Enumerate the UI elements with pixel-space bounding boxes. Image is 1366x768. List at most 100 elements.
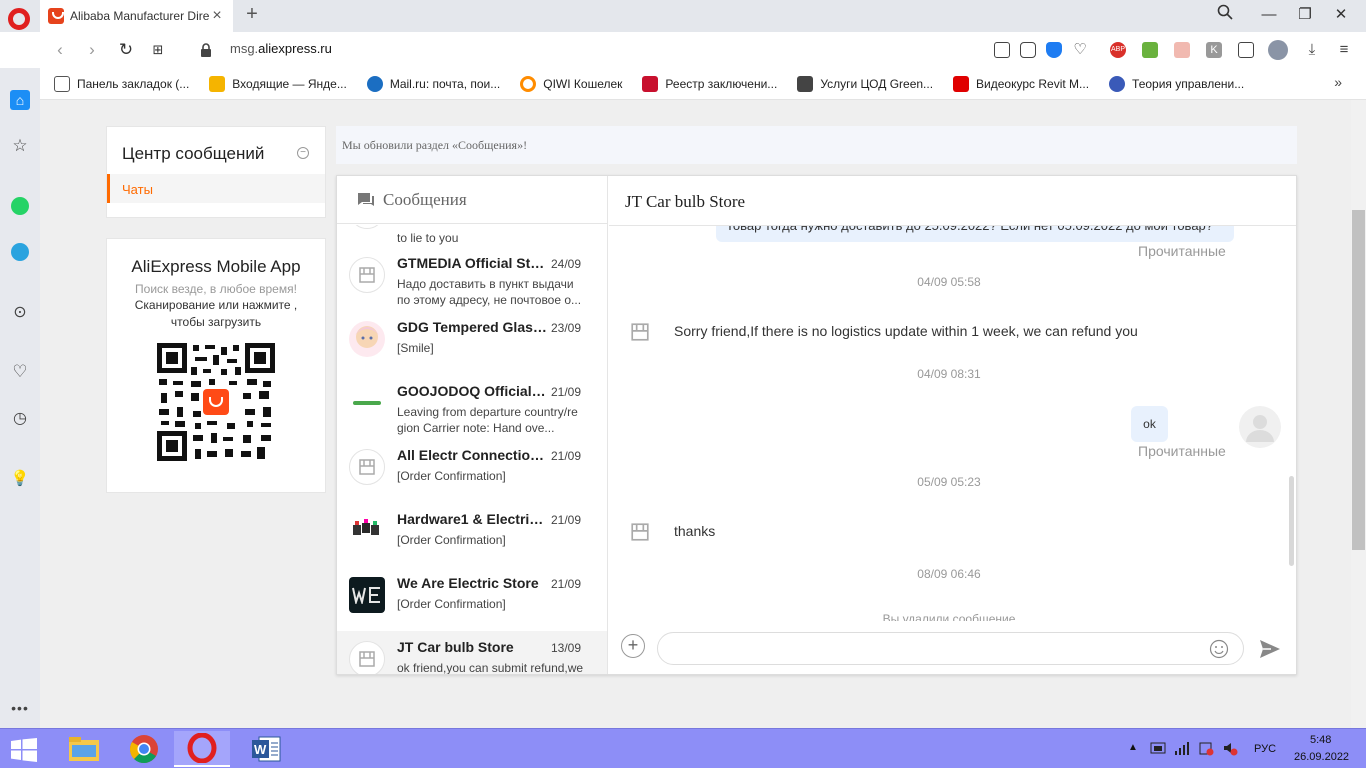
sent-message-bubble: Товар тогда нужно доставить до 25.09.202… — [716, 226, 1234, 242]
conversation-preview: Leaving from departure country/re gion C… — [397, 405, 578, 435]
anime-avatar — [349, 321, 385, 357]
conversation-name: JT Car bulb Store — [397, 639, 514, 655]
wifi-signal-icon[interactable] — [1174, 740, 1190, 759]
collapse-icon[interactable]: − — [297, 147, 309, 159]
conversation-item[interactable]: Hardware1 & Electric... 21/09 [Order Con… — [337, 503, 607, 567]
downloads-icon[interactable]: ⤓ — [1304, 42, 1320, 58]
opera-menu-icon[interactable] — [8, 8, 30, 30]
k-extension-icon[interactable]: K — [1206, 42, 1222, 58]
nav-item-chats[interactable]: Чаты — [122, 182, 153, 197]
tray-expand-icon[interactable]: ▲ — [1128, 742, 1138, 753]
bookmark-item[interactable]: Входящие — Янде... — [209, 75, 347, 92]
conversation-list-header: Сообщения — [337, 176, 607, 224]
new-tab-button[interactable]: + — [240, 3, 264, 29]
attach-plus-button[interactable]: + — [621, 634, 645, 658]
opera-taskbar-icon[interactable] — [174, 731, 230, 767]
reload-icon[interactable]: ↻ — [114, 38, 138, 62]
volume-muted-icon[interactable] — [1222, 740, 1238, 759]
bookmark-item[interactable]: Услуги ЦОД Green... — [797, 75, 933, 92]
conversation-name: We Are Electric Store — [397, 575, 539, 591]
extension-icon[interactable] — [1174, 42, 1190, 58]
chat-messages[interactable]: Товар тогда нужно доставить до 25.09.202… — [609, 226, 1296, 621]
camera-icon[interactable] — [1020, 42, 1036, 58]
star-icon[interactable]: ☆ — [10, 136, 30, 156]
store-icon — [359, 651, 375, 667]
whatsapp-icon[interactable] — [10, 196, 30, 216]
conversation-date: 13/09 — [550, 641, 581, 655]
language-indicator[interactable]: РУС — [1254, 743, 1276, 755]
bookmark-item[interactable]: Реестр заключени... — [642, 75, 777, 92]
file-explorer-icon[interactable] — [56, 731, 112, 767]
close-tab-icon[interactable]: × — [209, 7, 225, 25]
bookmark-item[interactable]: Видеокурс Revit M... — [953, 75, 1089, 92]
sent-message-bubble: ok — [1131, 406, 1168, 442]
message-input[interactable] — [657, 632, 1244, 665]
conversation-item-active[interactable]: JT Car bulb Store 13/09 ok friend,you ca… — [337, 631, 607, 674]
player-icon[interactable]: ⊙ — [10, 302, 30, 322]
store-icon — [629, 521, 651, 543]
chrome-icon[interactable] — [116, 731, 172, 767]
clock-time[interactable]: 5:48 — [1310, 734, 1331, 746]
network-folder-icon[interactable] — [1150, 740, 1166, 759]
windows-start-icon[interactable] — [10, 738, 38, 762]
conversation-items[interactable]: to lie to you GTMEDIA Official Store 24/… — [337, 225, 607, 674]
heart-icon[interactable]: ♡ — [10, 362, 30, 382]
conversation-preview: [Order Confirmation] — [397, 469, 506, 483]
read-status: Прочитанные — [1138, 243, 1226, 259]
mail-icon — [209, 75, 226, 92]
conversation-name: GDG Tempered Glass ... — [397, 319, 547, 335]
search-tabs-icon[interactable] — [1208, 4, 1242, 26]
share-icon[interactable] — [994, 42, 1010, 58]
bookmarks-more-icon[interactable]: » — [1334, 74, 1342, 90]
minimize-button[interactable]: — — [1252, 4, 1286, 26]
battery-icon[interactable] — [1198, 740, 1214, 759]
lock-icon[interactable] — [200, 43, 212, 57]
speed-dial-icon[interactable]: ⊞ — [146, 38, 170, 62]
store-logo-avatar — [349, 385, 385, 421]
page-scrollbar-thumb[interactable] — [1352, 210, 1365, 550]
more-icon[interactable]: ••• — [10, 698, 30, 718]
conversation-name: GOOJODOQ Official S... — [397, 383, 547, 399]
bookmark-item[interactable]: Панель закладок (... — [54, 75, 189, 92]
restore-button[interactable]: ❐ — [1288, 4, 1322, 26]
conversation-item[interactable]: to lie to you — [337, 225, 607, 247]
close-window-button[interactable]: ✕ — [1324, 4, 1358, 26]
back-icon[interactable]: ‹ — [48, 38, 72, 62]
browser-tab[interactable]: Alibaba Manufacturer Direc × — [40, 0, 233, 32]
heart-icon[interactable]: ♡ — [1072, 42, 1088, 58]
conversation-item[interactable]: GOOJODOQ Official S... 21/09 Leaving fro… — [337, 375, 607, 439]
telegram-icon[interactable] — [10, 242, 30, 262]
shield-icon[interactable] — [1046, 42, 1062, 58]
profile-icon[interactable] — [1268, 40, 1288, 60]
word-icon[interactable]: W — [238, 731, 294, 767]
adblock-icon[interactable]: ABP — [1110, 42, 1126, 58]
lightbulb-icon[interactable]: 💡 — [10, 468, 30, 488]
deleted-message-note: Вы удалили сообщение — [882, 612, 1016, 621]
send-icon[interactable] — [1259, 639, 1281, 659]
bookmark-item[interactable]: QIWI Кошелек — [520, 75, 622, 92]
windows-taskbar: W ▲ РУС 5:48 26.09.2022 — [0, 728, 1366, 768]
home-icon[interactable]: ⌂ — [10, 90, 30, 110]
bookmark-item[interactable]: Mail.ru: почта, пои... — [366, 75, 500, 92]
bookmark-item[interactable]: Теория управлени... — [1109, 75, 1244, 92]
conversation-item[interactable]: GTMEDIA Official Store 24/09 Надо достав… — [337, 247, 607, 311]
qr-code[interactable] — [157, 343, 275, 461]
conversation-list: Сообщения to lie to you GTMEDIA Official… — [337, 176, 608, 674]
download-ext-icon[interactable] — [1142, 42, 1158, 58]
chat-panel: Сообщения to lie to you GTMEDIA Official… — [336, 175, 1297, 675]
svg-text:W: W — [254, 742, 267, 757]
cube-icon[interactable] — [1238, 42, 1254, 58]
easy-setup-icon[interactable]: ≡ — [1336, 42, 1352, 58]
chat-title: JT Car bulb Store — [609, 176, 1296, 226]
conversation-item[interactable]: All Electr Connection ... 21/09 [Order C… — [337, 439, 607, 503]
emoji-icon[interactable] — [1209, 639, 1229, 659]
message-timestamp: 04/09 08:31 — [917, 367, 981, 381]
url-field[interactable]: msg.aliexpress.ru — [230, 41, 332, 56]
conversation-item[interactable]: GDG Tempered Glass ... 23/09 [Smile] — [337, 311, 607, 375]
conversation-item[interactable]: We Are Electric Store 21/09 [Order Confi… — [337, 567, 607, 631]
chat-scrollbar[interactable] — [1289, 476, 1294, 566]
read-status: Прочитанные — [1138, 443, 1226, 459]
history-icon[interactable]: ◷ — [10, 408, 30, 428]
forward-icon[interactable]: › — [80, 38, 104, 62]
clock-date[interactable]: 26.09.2022 — [1294, 751, 1349, 763]
